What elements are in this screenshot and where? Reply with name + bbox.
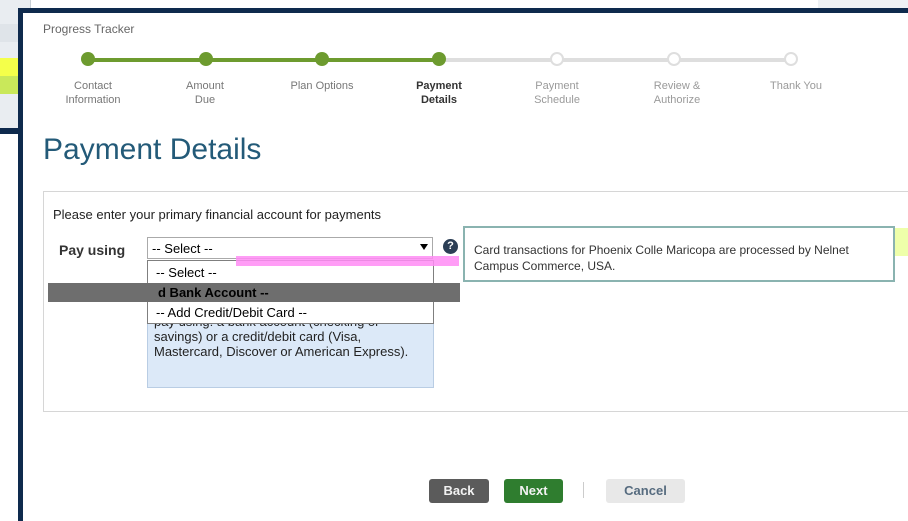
step-label-contact-information: Contact Information [48, 79, 138, 107]
step-label-line2: Details [420, 94, 458, 106]
step-label-thank-you: Thank You [751, 79, 841, 93]
instruction-text: Please enter your primary financial acco… [53, 207, 382, 222]
progress-line-remaining [439, 58, 791, 62]
step-label-line1: Amount [186, 80, 224, 92]
back-button[interactable]: Back [429, 479, 489, 503]
pay-using-dropdown-list[interactable]: -- Select -- d Bank Account -- -- Add Cr… [48, 260, 460, 324]
button-divider [583, 482, 584, 498]
step-label-line1: Payment [416, 80, 462, 92]
chevron-down-icon[interactable] [420, 244, 428, 250]
card-processor-notice-text: Card transactions for Phoenix Colle Mari… [474, 243, 849, 273]
step-label-line1: Payment [535, 80, 579, 92]
step-label-plan-options: Plan Options [277, 79, 367, 93]
step-dot-contact-information [81, 52, 95, 66]
step-dot-thank-you [784, 52, 798, 66]
step-label-amount-due: Amount Due [160, 79, 250, 107]
step-dot-payment-details [432, 52, 446, 66]
pay-using-select-value: -- Select -- [152, 241, 213, 256]
step-label-line1: Review & [653, 80, 701, 92]
step-dot-review-authorize [667, 52, 681, 66]
pay-using-label: Pay using [59, 242, 126, 258]
page-title: Payment Details [43, 133, 262, 166]
dropdown-option-credit-debit-card[interactable]: -- Add Credit/Debit Card -- [148, 303, 433, 322]
step-dot-payment-schedule [550, 52, 564, 66]
step-label-line2: Authorize [653, 94, 701, 106]
step-label-payment-schedule: Payment Schedule [512, 79, 602, 107]
render-artifact [236, 256, 459, 266]
step-label-line2: Due [194, 94, 216, 106]
progress-line-complete [87, 58, 439, 62]
step-dot-amount-due [199, 52, 213, 66]
cancel-button[interactable]: Cancel [606, 479, 685, 503]
pay-using-help-popover: pay using: a bank account (checking or s… [147, 320, 434, 388]
step-label-line1: Plan Options [290, 80, 354, 92]
step-label-line1: Thank You [770, 80, 822, 92]
card-processor-notice: Card transactions for Phoenix Colle Mari… [463, 226, 895, 282]
progress-tracker-title: Progress Tracker [43, 22, 135, 36]
help-popover-text: savings) or a credit/debit card (Visa, M… [154, 329, 409, 359]
step-dot-plan-options [315, 52, 329, 66]
dropdown-option-bank-account[interactable]: d Bank Account -- [48, 283, 460, 302]
step-label-review-authorize: Review & Authorize [632, 79, 722, 107]
step-label-line2: Schedule [534, 94, 580, 106]
step-label-line1: Contact [74, 80, 112, 92]
step-label-payment-details: Payment Details [394, 79, 484, 107]
help-icon[interactable]: ? [443, 239, 458, 254]
next-button[interactable]: Next [504, 479, 563, 503]
step-label-line2: Information [65, 94, 121, 106]
